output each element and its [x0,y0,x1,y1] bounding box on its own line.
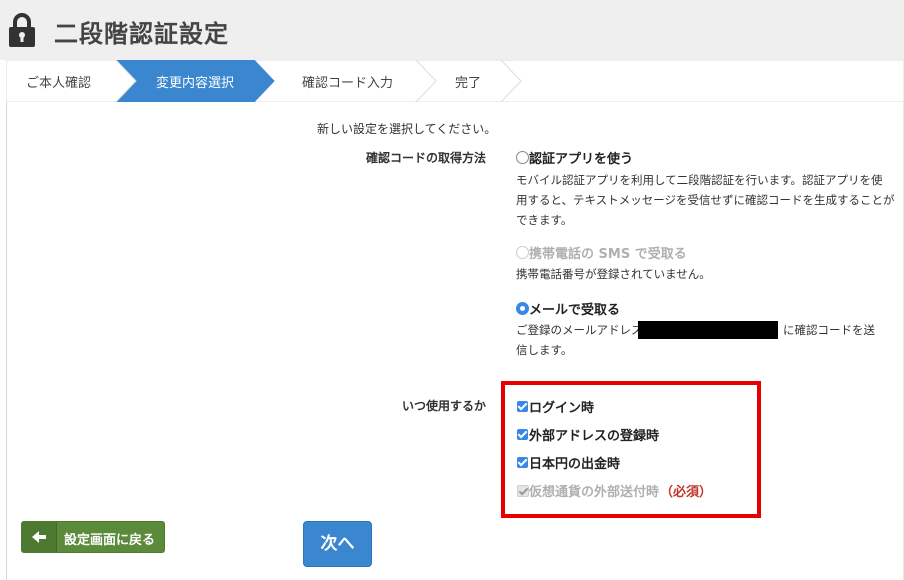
checkbox-jpy-withdrawal[interactable] [517,457,528,468]
option-auth-app-title[interactable]: 認証アプリを使う [529,148,633,167]
intro-text: 新しい設定を選択してください。 [317,122,497,136]
step-identity-check: ご本人確認 [26,76,92,91]
option-email-desc-line2: 信します。 [516,343,573,357]
next-button[interactable]: 次へ [303,521,372,567]
option-auth-app-desc-line: モバイル認証アプリを利用して二段階認証を行います。認証アプリを使 [516,173,883,187]
radio-email[interactable] [516,302,529,315]
checkbox-login-label[interactable]: ログイン時 [529,397,594,416]
checkbox-jpy-withdrawal-label[interactable]: 日本円の出金時 [529,453,620,472]
option-sms-title: 携帯電話の SMS で受取る [529,247,687,262]
back-button-label: 設定画面に戻る [64,533,156,548]
checkbox-external-address[interactable] [517,429,528,440]
step-select-changes: 変更内容選択 [156,76,235,91]
option-auth-app-desc-line: できます。 [516,213,573,227]
lock-icon [9,13,35,47]
radio-auth-app[interactable] [516,151,529,164]
checkbox-crypto-transfer [517,485,529,497]
step-progress: ご本人確認 変更内容選択 確認コード入力 完了 [6,60,904,102]
option-email-desc-prefix: ご登録のメールアドレス [516,323,643,337]
page-header: 二段階認証設定 [0,0,904,60]
option-sms-desc: 携帯電話番号が登録されていません。 [516,267,711,281]
checkbox-external-address-label[interactable]: 外部アドレスの登録時 [529,425,659,444]
back-arrow-icon [22,522,57,552]
redacted-email [638,321,778,339]
page-title: 二段階認証設定 [54,20,229,48]
radio-sms [516,246,529,259]
usage-label: いつ使用するか [401,399,486,413]
method-label: 確認コードの取得方法 [365,151,486,165]
option-email-title[interactable]: メールで受取る [529,299,620,318]
checkbox-login[interactable] [517,401,528,412]
back-to-settings-button[interactable]: 設定画面に戻る [21,521,165,553]
option-email-desc-suffix: に確認コードを送 [783,323,875,337]
step-complete: 完了 [455,76,482,91]
content-border-left [6,102,7,580]
step-enter-code: 確認コード入力 [302,76,394,91]
checkbox-crypto-transfer-label: 仮想通貨の外部送付時 [529,485,660,500]
option-auth-app-desc: モバイル認証アプリを利用して二段階認証を行います。認証アプリを使 用すると、テキ… [516,170,894,230]
option-auth-app-desc-line: 用すると、テキストメッセージを受信せずに確認コードを生成することが [516,193,895,207]
required-badge: （必須） [660,485,713,500]
